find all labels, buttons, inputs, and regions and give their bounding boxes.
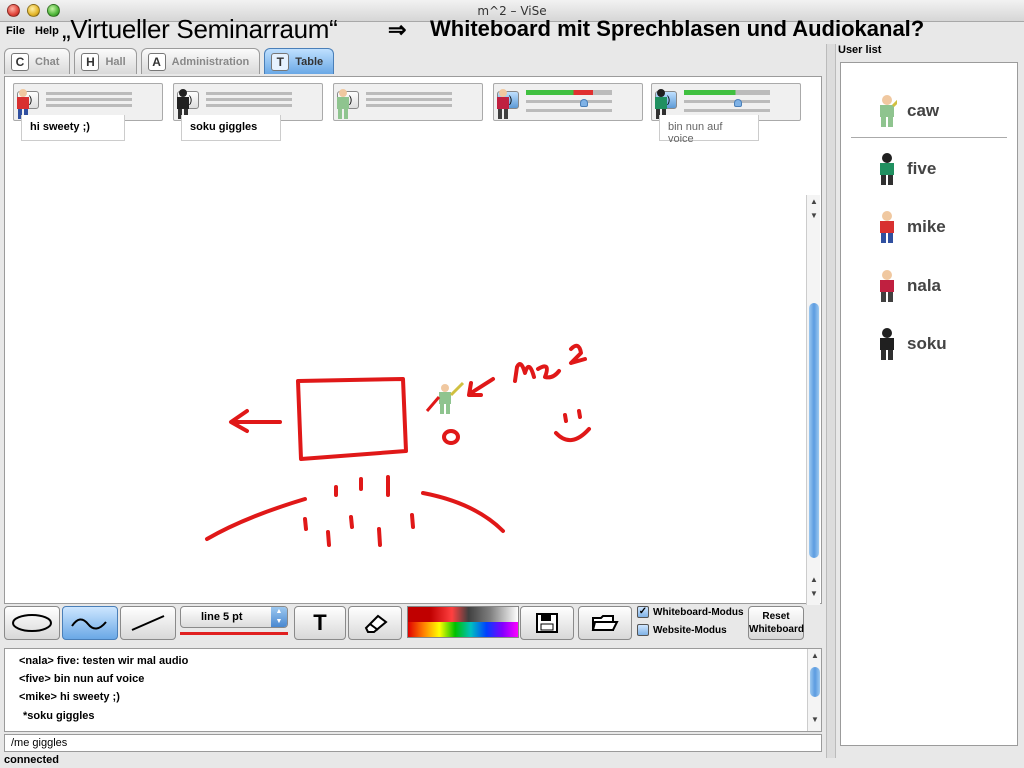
- line-icon: [131, 615, 165, 631]
- menu-file[interactable]: File: [6, 25, 25, 37]
- chat-input[interactable]: /me giggles: [4, 734, 822, 752]
- eraser-tool-button[interactable]: [348, 606, 402, 640]
- chat-line: <five> bin nun auf voice: [19, 673, 145, 685]
- ellipse-tool-button[interactable]: [4, 606, 60, 640]
- chat-log: <nala> five: testen wir mal audio <five>…: [4, 648, 822, 732]
- user-name: nala: [907, 276, 942, 295]
- tab-hall[interactable]: H Hall: [74, 48, 137, 74]
- freehand-tool-button[interactable]: [62, 606, 118, 640]
- line-tool-button[interactable]: [120, 606, 176, 640]
- floppy-disk-icon: [536, 613, 558, 633]
- scroll-up-icon[interactable]: ▲: [809, 197, 819, 206]
- reset-label-line1: Reset: [762, 611, 790, 622]
- user-list-item[interactable]: caw: [877, 93, 939, 129]
- scroll-up-icon[interactable]: ▲: [810, 651, 820, 660]
- user-avatar-icon: [880, 153, 894, 185]
- text-tool-button[interactable]: T: [294, 606, 346, 640]
- user-avatar-icon: [880, 211, 894, 243]
- whiteboard-mode-checkbox[interactable]: ✓ Whiteboard-Modus: [637, 606, 744, 618]
- user-list-item[interactable]: five: [877, 151, 936, 187]
- user-name: mike: [907, 217, 946, 236]
- checkbox-empty-icon: [637, 624, 649, 636]
- user-list-title: User list: [838, 44, 882, 56]
- drawn-smile: [554, 427, 591, 442]
- slide-headline-right: Whiteboard mit Sprechblasen und Audiokan…: [430, 16, 925, 41]
- drawing-toolbar: line 5 pt ▲ ▼ T ✓ Whiteboard-Modus Websit…: [4, 604, 826, 644]
- freehand-icon: [71, 618, 107, 630]
- whiteboard-scrollbar[interactable]: ▲ ▼ ▲ ▼: [806, 195, 820, 605]
- stepper-icon[interactable]: ▲ ▼: [271, 607, 287, 627]
- user-list: caw five mike nala soku: [840, 62, 1018, 746]
- eraser-icon: [364, 614, 388, 633]
- tab-label: Chat: [35, 55, 60, 68]
- line-width-select[interactable]: line 5 pt ▲ ▼: [180, 606, 288, 628]
- scroll-up-icon[interactable]: ▲: [809, 575, 819, 584]
- whiteboard[interactable]: ◂) hi sweety ;) ◂) soku giggles ◂) ◂) ◂): [4, 76, 822, 604]
- checkmark-icon: ✓: [637, 606, 649, 618]
- chat-line: <nala> five: testen wir mal audio: [19, 655, 189, 667]
- caw-cursor-avatar: [425, 381, 465, 414]
- tab-chat[interactable]: C Chat: [4, 48, 71, 74]
- website-mode-checkbox[interactable]: Website-Modus: [637, 624, 727, 636]
- scroll-down-icon[interactable]: ▼: [809, 211, 819, 220]
- folder-icon: [591, 615, 619, 631]
- app-window: m^2 – ViSe File Help „Virtueller Seminar…: [0, 0, 1024, 768]
- user-avatar-icon: [880, 328, 894, 360]
- connection-status: connected: [4, 754, 60, 766]
- user-name: caw: [907, 101, 940, 120]
- ellipse-icon: [12, 614, 52, 632]
- user-avatar-icon: [880, 95, 897, 127]
- user-name: soku: [907, 334, 947, 353]
- reset-whiteboard-button[interactable]: Reset Whiteboard: [748, 606, 804, 640]
- slide-headline-left: „Virtueller Seminarraum“: [62, 14, 338, 44]
- line-width-value: line 5 pt: [201, 611, 243, 623]
- reset-label-line2: Whiteboard: [749, 624, 804, 635]
- whiteboard-mode-label: Whiteboard-Modus: [653, 606, 744, 618]
- drawn-rectangle: [296, 377, 408, 461]
- tab-label: Table: [295, 55, 324, 68]
- user-separator: [851, 137, 1007, 138]
- website-mode-label: Website-Modus: [653, 624, 727, 636]
- split-pane-divider[interactable]: [826, 44, 836, 758]
- save-button[interactable]: [520, 606, 574, 640]
- menu-help[interactable]: Help: [35, 25, 59, 37]
- user-list-item[interactable]: soku: [877, 326, 947, 362]
- drawn-left-arrow: [229, 409, 282, 433]
- scroll-thumb[interactable]: [810, 667, 820, 697]
- chat-scrollbar[interactable]: ▲ ▼: [807, 649, 821, 731]
- open-button[interactable]: [578, 606, 632, 640]
- hall-tab-icon: H: [81, 52, 100, 71]
- tab-label: Administration: [171, 55, 250, 68]
- chat-line: *soku giggles: [23, 710, 95, 722]
- tab-bar: C Chat H Hall A Administration T Table: [4, 48, 335, 76]
- drawn-pointer-arrow: [467, 377, 495, 397]
- scroll-down-icon[interactable]: ▼: [810, 715, 820, 724]
- implies-arrow: ⇒: [388, 17, 407, 42]
- tab-label: Hall: [105, 55, 126, 68]
- tab-administration[interactable]: A Administration: [140, 48, 261, 74]
- color-palette[interactable]: [407, 606, 519, 638]
- chat-line: <mike> hi sweety ;): [19, 691, 120, 703]
- user-list-item[interactable]: nala: [877, 268, 941, 304]
- table-tab-icon: T: [271, 52, 290, 71]
- user-avatar-icon: [880, 270, 894, 302]
- tab-table[interactable]: T Table: [264, 48, 335, 74]
- administration-tab-icon: A: [147, 52, 166, 71]
- chat-tab-icon: C: [11, 52, 29, 71]
- user-name: five: [907, 159, 937, 178]
- scroll-thumb[interactable]: [809, 303, 819, 558]
- current-color-indicator: [180, 632, 288, 635]
- whiteboard-drawing: [205, 343, 591, 547]
- scroll-down-icon[interactable]: ▼: [809, 589, 819, 598]
- user-list-item[interactable]: mike: [877, 209, 946, 245]
- drawn-circle: [442, 429, 460, 445]
